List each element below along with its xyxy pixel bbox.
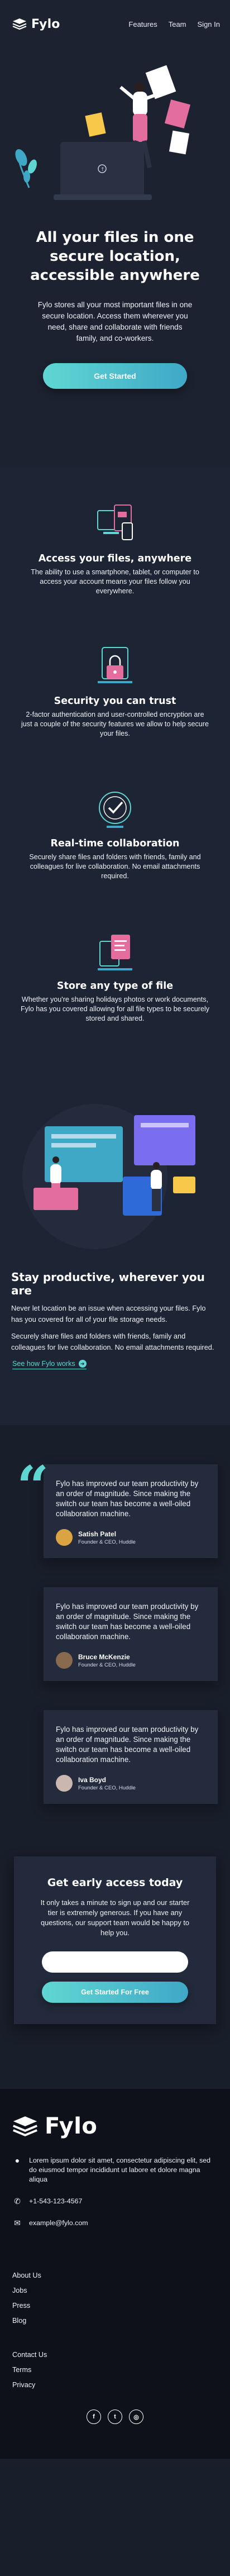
testimonial-card: Fylo has improved our team productivity … xyxy=(44,1587,218,1681)
features-section: Access your files, anywhere The ability … xyxy=(0,467,230,1093)
arrow-right-icon: ➜ xyxy=(78,1360,87,1368)
footer-address: ● Lorem ipsum dolor sit amet, consectetu… xyxy=(12,2156,218,2184)
feature-access: Access your files, anywhere The ability … xyxy=(0,501,230,596)
footer-email-text[interactable]: example@fylo.com xyxy=(29,2218,88,2228)
facebook-icon[interactable]: f xyxy=(87,2410,101,2424)
testimonial-card: Fylo has improved our team productivity … xyxy=(44,1710,218,1804)
instagram-icon[interactable]: ◎ xyxy=(129,2410,143,2424)
testimonial-person: Bruce McKenzie Founder & CEO, Huddle xyxy=(56,1652,204,1669)
productive-text-2: Securely share files and folders with fr… xyxy=(11,1332,214,1351)
logo-icon xyxy=(12,18,27,30)
testimonial-card: Fylo has improved our team productivity … xyxy=(44,1464,218,1558)
early-access-card: Get early access today It only takes a m… xyxy=(14,1856,216,2024)
feature-text: The ability to use a smartphone, tablet,… xyxy=(31,568,199,595)
testimonial-name: Iva Boyd xyxy=(78,1775,107,1784)
productive-text-1: Never let location be an issue when acce… xyxy=(11,1304,206,1323)
quote-icon: “ xyxy=(17,1454,49,1520)
feature-collaboration: Real-time collaboration Securely share f… xyxy=(0,785,230,881)
footer-email: ✉ example@fylo.com xyxy=(12,2218,218,2228)
footer-link-about[interactable]: About Us xyxy=(12,2268,218,2283)
footer: Fylo ● Lorem ipsum dolor sit amet, conse… xyxy=(0,2089,230,2459)
get-started-button[interactable]: Get Started xyxy=(43,363,187,389)
logo-icon xyxy=(13,2116,37,2137)
footer-links-1: About Us Jobs Press Blog xyxy=(12,2268,218,2329)
hero-illustration: ↑ xyxy=(0,48,230,216)
avatar xyxy=(56,1529,73,1546)
testimonial-quote: Fylo has improved our team productivity … xyxy=(56,1602,199,1641)
get-started-free-button[interactable]: Get Started For Free xyxy=(42,1982,188,2003)
footer-link-terms[interactable]: Terms xyxy=(12,2363,218,2378)
hero-section: Fylo Features Team Sign In ↑ All your fi… xyxy=(0,0,230,467)
email-icon: ✉ xyxy=(14,2218,21,2227)
logo-text: Fylo xyxy=(31,17,60,31)
testimonial-role: Founder & CEO, Huddle xyxy=(78,1661,136,1668)
nav-links: Features Team Sign In xyxy=(128,20,220,28)
feature-title: Security you can trust xyxy=(54,696,176,707)
feature-any-file: Store any type of file Whether you're sh… xyxy=(0,928,230,1023)
testimonial-person: Satish Patel Founder & CEO, Huddle xyxy=(56,1529,204,1546)
any-file-icon xyxy=(98,935,132,970)
footer-link-privacy[interactable]: Privacy xyxy=(12,2378,218,2393)
nav-link-features[interactable]: Features xyxy=(128,20,157,28)
early-access-title: Get early access today xyxy=(47,1877,183,1889)
svg-text:↑: ↑ xyxy=(100,167,105,173)
twitter-icon[interactable]: t xyxy=(108,2410,122,2424)
testimonial-role: Founder & CEO, Huddle xyxy=(78,1539,136,1545)
feature-text: Securely share files and folders with fr… xyxy=(29,853,201,880)
footer-phone-text[interactable]: +1-543-123-4567 xyxy=(29,2197,82,2206)
footer-logo-text: Fylo xyxy=(45,2113,98,2139)
top-nav: Fylo Features Team Sign In xyxy=(0,0,230,48)
footer-phone: ✆ +1-543-123-4567 xyxy=(12,2197,218,2206)
location-icon: ● xyxy=(15,2156,20,2165)
footer-link-blog[interactable]: Blog xyxy=(12,2313,218,2329)
testimonials-section: “ Fylo has improved our team productivit… xyxy=(0,1425,230,1844)
avatar xyxy=(56,1775,73,1792)
footer-link-press[interactable]: Press xyxy=(12,2298,218,2313)
footer-link-contact[interactable]: Contact Us xyxy=(12,2348,218,2363)
social-links: f t ◎ xyxy=(12,2410,218,2424)
testimonial-person: Iva Boyd Founder & CEO, Huddle xyxy=(56,1775,204,1792)
phone-icon: ✆ xyxy=(14,2197,21,2206)
productive-illustration xyxy=(0,1093,230,1260)
email-field[interactable] xyxy=(42,1951,188,1973)
testimonial-quote: Fylo has improved our team productivity … xyxy=(56,1725,199,1764)
testimonial-quote: Fylo has improved our team productivity … xyxy=(56,1479,199,1518)
logo[interactable]: Fylo xyxy=(12,17,60,31)
productive-title: Stay productive, wherever you are xyxy=(11,1270,205,1297)
security-icon xyxy=(98,647,132,683)
see-how-label: See how Fylo works xyxy=(12,1360,75,1368)
early-access-text: It only takes a minute to sign up and ou… xyxy=(40,1898,190,1937)
early-access-section: Get early access today It only takes a m… xyxy=(0,1844,230,2089)
footer-link-jobs[interactable]: Jobs xyxy=(12,2283,218,2298)
feature-title: Store any type of file xyxy=(56,980,174,992)
feature-text: 2-factor authentication and user-control… xyxy=(21,711,209,737)
testimonial-name: Satish Patel xyxy=(78,1530,117,1538)
footer-address-text: Lorem ipsum dolor sit amet, consectetur … xyxy=(29,2156,211,2183)
feature-security: Security you can trust 2-factor authenti… xyxy=(0,643,230,739)
footer-links-2: Contact Us Terms Privacy xyxy=(12,2348,218,2393)
testimonial-role: Founder & CEO, Huddle xyxy=(78,1784,136,1791)
testimonial-name: Bruce McKenzie xyxy=(78,1653,130,1661)
footer-logo[interactable]: Fylo xyxy=(12,2113,218,2139)
feature-text: Whether you're sharing holidays photos o… xyxy=(20,996,210,1022)
nav-link-team[interactable]: Team xyxy=(169,20,186,28)
collaboration-icon xyxy=(99,792,131,828)
see-how-link[interactable]: See how Fylo works ➜ xyxy=(12,1360,87,1369)
nav-link-sign-in[interactable]: Sign In xyxy=(198,20,220,28)
avatar xyxy=(56,1652,73,1669)
hero-title: All your files in one secure location, a… xyxy=(30,229,200,284)
access-anywhere-icon xyxy=(97,504,133,540)
hero-text: Fylo stores all your most important file… xyxy=(37,301,193,342)
feature-title: Real-time collaboration xyxy=(50,838,180,849)
feature-title: Access your files, anywhere xyxy=(38,553,192,564)
productive-section: Stay productive, wherever you are Never … xyxy=(0,1093,230,1425)
